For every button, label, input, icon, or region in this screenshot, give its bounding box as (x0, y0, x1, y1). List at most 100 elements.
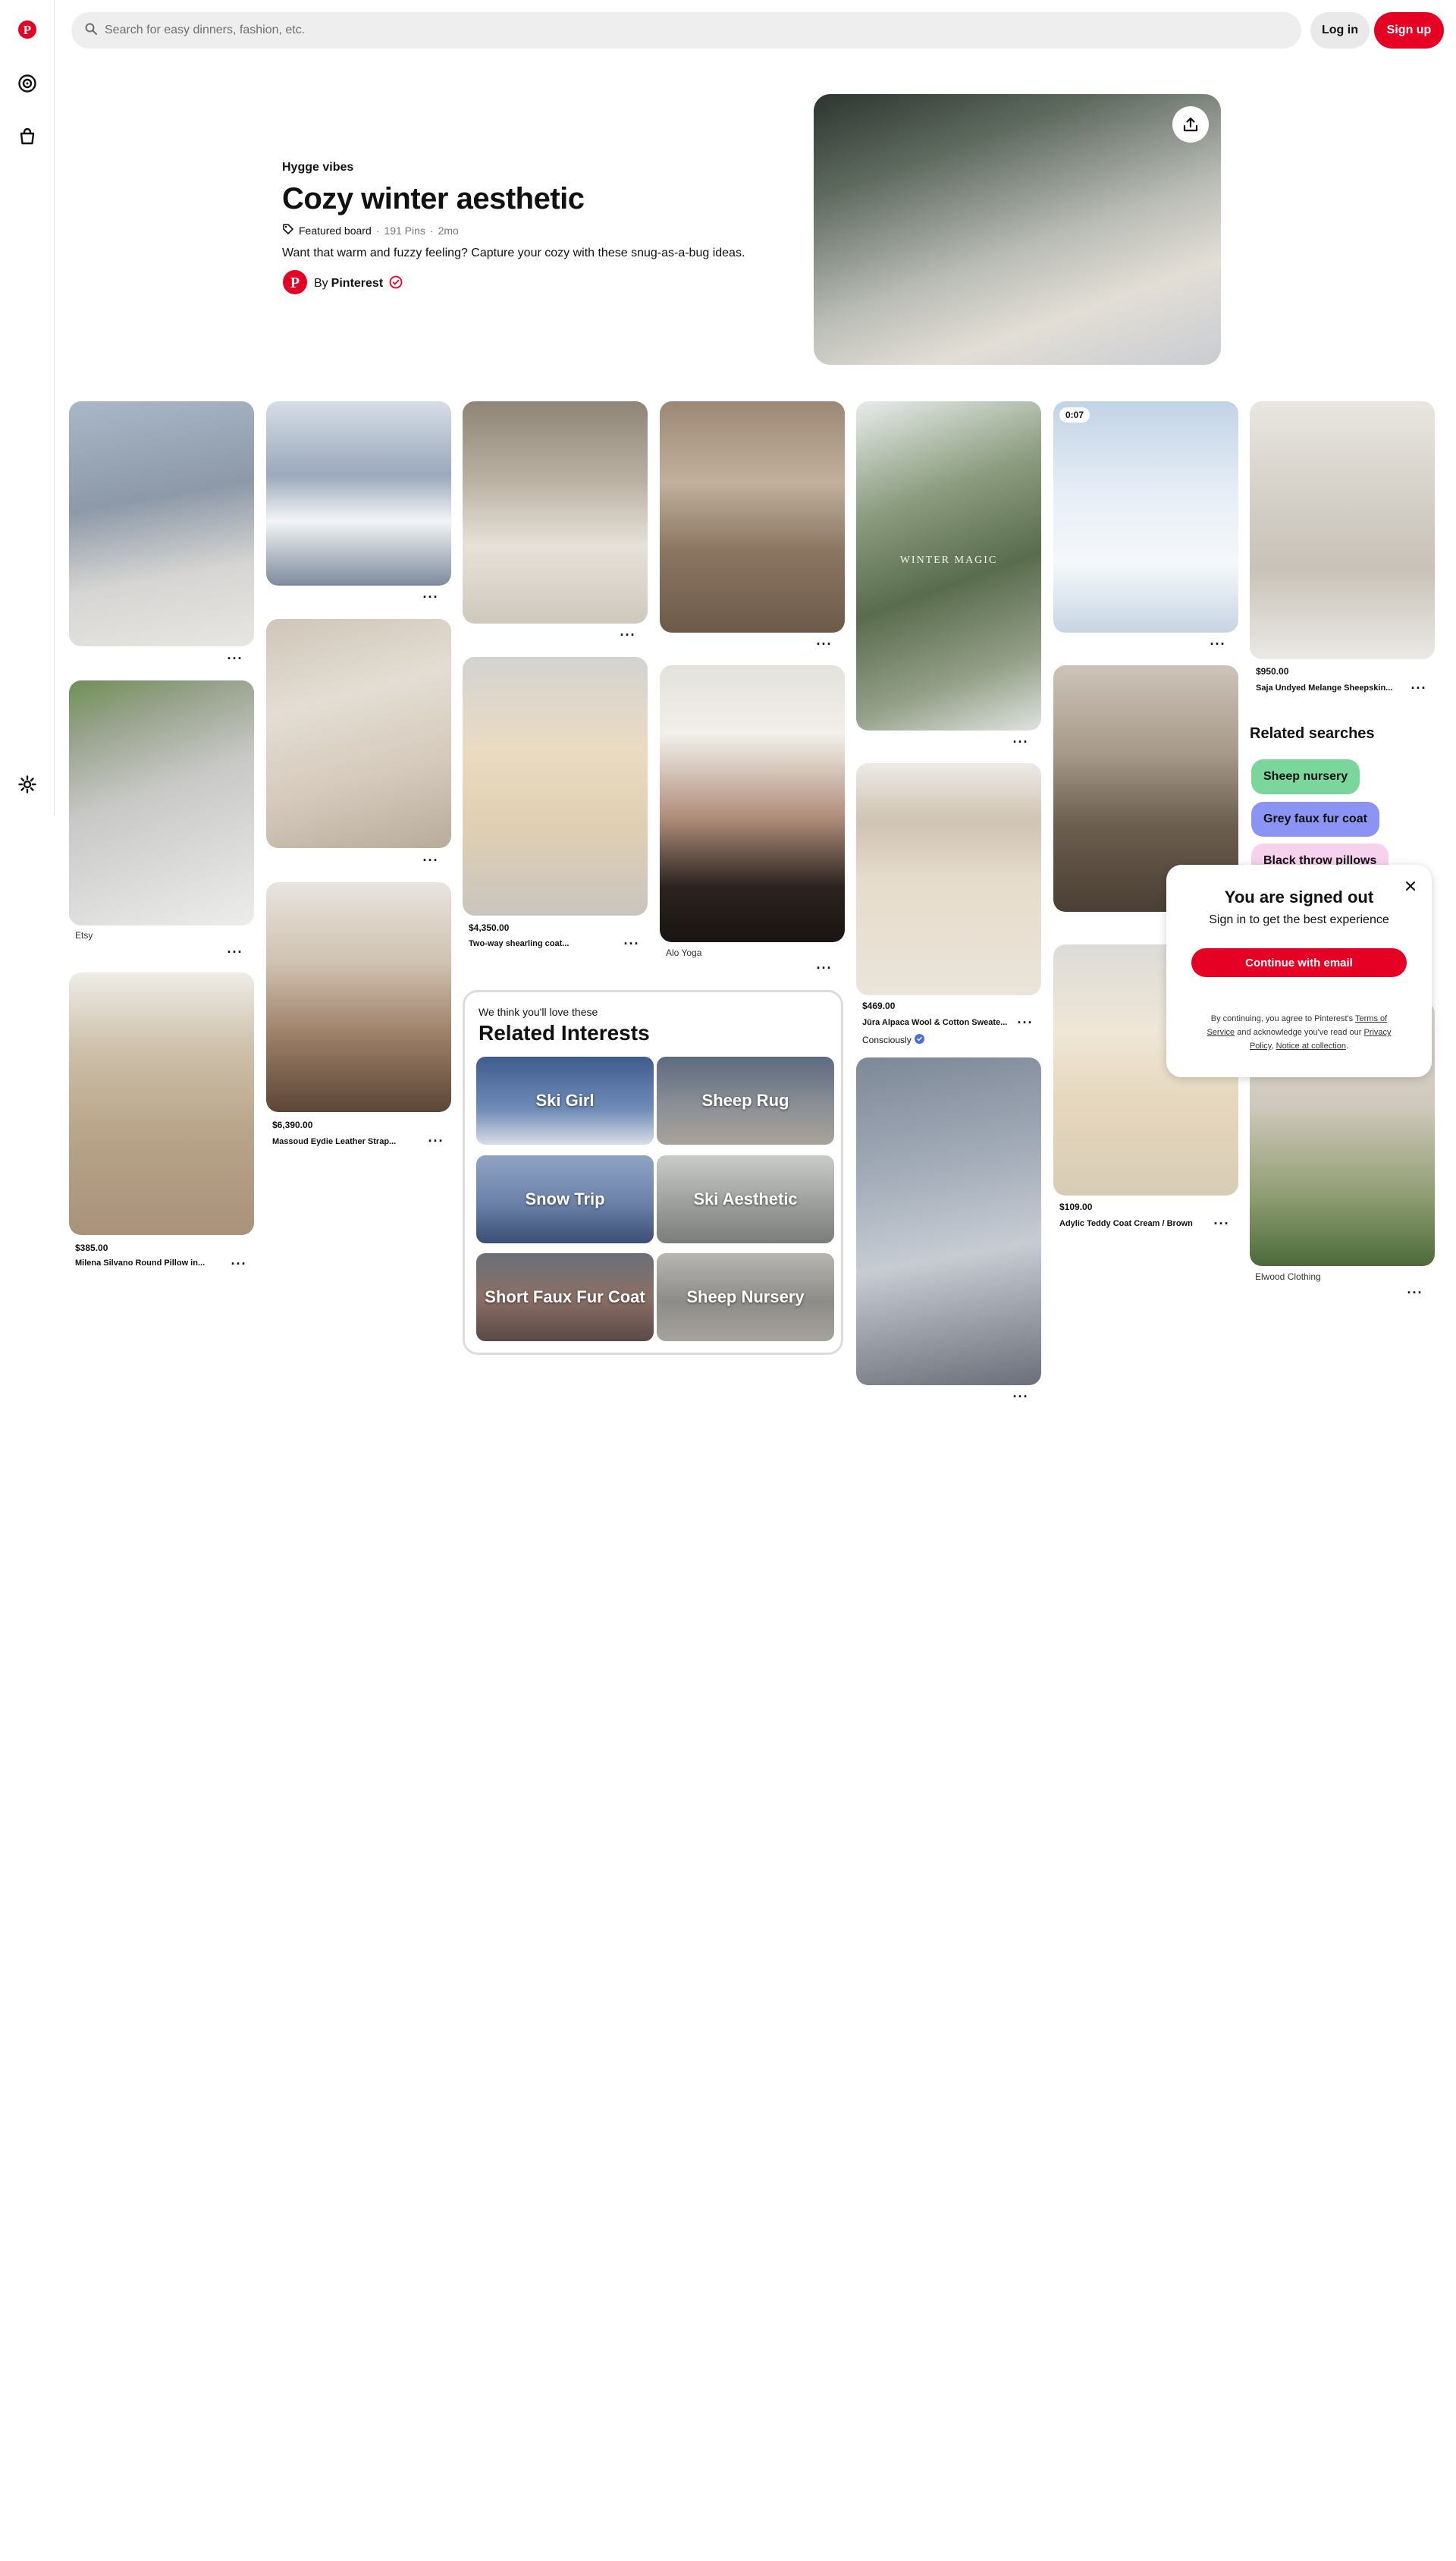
more-options-icon[interactable]: ··· (1406, 1285, 1424, 1300)
pin-source[interactable]: Elwood Clothing (1255, 1271, 1321, 1282)
board-author[interactable]: P By Pinterest (282, 269, 403, 299)
pin-image[interactable] (463, 657, 648, 916)
modal-subtitle: Sign in to get the best experience (1209, 913, 1389, 926)
gear-icon[interactable] (11, 768, 44, 801)
pin-price: $4,350.00 (469, 922, 510, 933)
related-interests-subtitle: We think you'll love these (479, 1006, 598, 1018)
related-interest-label: Sheep Rug (701, 1091, 789, 1110)
pin-source[interactable]: Alo Yoga (666, 947, 701, 958)
video-duration: 0:07 (1059, 407, 1090, 423)
modal-legal-text: By continuing, you agree to Pinterest's … (1203, 1012, 1395, 1053)
more-options-icon[interactable]: ··· (1209, 636, 1227, 652)
pin-image[interactable] (266, 401, 451, 586)
by-label: By (314, 277, 328, 290)
pinterest-logo-icon[interactable]: P (11, 13, 44, 46)
meta-separator: · (375, 224, 380, 237)
author-avatar[interactable]: P (282, 269, 308, 299)
svg-text:P: P (24, 23, 31, 37)
pin-image[interactable] (660, 401, 845, 633)
pin-image[interactable] (463, 401, 648, 624)
compass-icon[interactable] (11, 67, 44, 100)
pin-title[interactable]: Adylic Teddy Coat Cream / Brown (1059, 1219, 1193, 1228)
pin-title[interactable]: Saja Undyed Melange Sheepskin... (1256, 683, 1392, 693)
more-options-icon[interactable]: ··· (815, 960, 833, 976)
pin-title[interactable]: Jūra Alpaca Wool & Cotton Sweate... (862, 1018, 1007, 1027)
more-options-icon[interactable]: ··· (1016, 1015, 1034, 1030)
continue-with-email-button[interactable]: Continue with email (1191, 948, 1407, 977)
more-options-icon[interactable]: ··· (1410, 680, 1428, 696)
more-options-icon[interactable]: ··· (427, 1133, 445, 1149)
more-options-icon[interactable]: ··· (623, 936, 641, 951)
related-interest-label: Short Faux Fur Coat (485, 1287, 645, 1306)
pin-image[interactable] (69, 401, 254, 646)
search-icon (85, 23, 97, 39)
legal-end: . (1345, 1042, 1349, 1051)
pin-overlay-text: WINTER MAGIC (899, 555, 998, 566)
pin-video[interactable]: 0:07 (1053, 401, 1238, 633)
board-title: Cozy winter aesthetic (282, 182, 585, 215)
more-options-icon[interactable]: ··· (422, 853, 440, 868)
pin-image[interactable] (856, 763, 1041, 995)
more-options-icon[interactable]: ··· (226, 944, 244, 960)
pin-price: $6,390.00 (272, 1120, 313, 1130)
pin-image[interactable] (266, 619, 451, 848)
related-search-chip[interactable]: Grey faux fur coat (1251, 802, 1379, 837)
related-interest-tile[interactable]: Ski Aesthetic (657, 1155, 834, 1243)
pin-price: $469.00 (862, 1001, 896, 1011)
author-name[interactable]: Pinterest (331, 277, 383, 291)
signed-out-modal: You are signed out Sign in to get the be… (1166, 865, 1432, 1077)
legal-middle: and acknowledge you've read our (1237, 1028, 1362, 1037)
related-interest-tile[interactable]: Sheep Nursery (657, 1253, 834, 1341)
more-options-icon[interactable]: ··· (815, 636, 833, 652)
more-options-icon[interactable]: ··· (226, 651, 244, 666)
related-search-chip[interactable]: Sheep nursery (1251, 759, 1360, 794)
related-interest-tile[interactable]: Ski Girl (476, 1057, 654, 1145)
related-interest-tile[interactable]: Snow Trip (476, 1155, 654, 1243)
related-interest-tile[interactable]: Sheep Rug (657, 1057, 834, 1145)
search-input[interactable]: Search for easy dinners, fashion, etc. (71, 12, 1301, 49)
meta-separator: · (429, 224, 434, 237)
board-cover-image[interactable] (814, 94, 1221, 365)
share-icon[interactable] (1172, 106, 1209, 143)
legal-prefix: By continuing, you agree to Pinterest's (1210, 1014, 1354, 1023)
pin-title[interactable]: Two-way shearling coat... (469, 939, 569, 948)
shopping-bag-icon[interactable] (11, 120, 44, 153)
more-options-icon[interactable]: ··· (1213, 1216, 1231, 1231)
pin-title[interactable]: Massoud Eydie Leather Strap... (272, 1137, 396, 1146)
pin-source-row[interactable]: Consciously (862, 1034, 924, 1046)
pin-image[interactable]: WINTER MAGIC (856, 401, 1041, 731)
more-options-icon[interactable]: ··· (1012, 734, 1030, 749)
verified-badge-icon (389, 275, 403, 293)
more-options-icon[interactable]: ··· (422, 589, 440, 605)
signup-button[interactable]: Sign up (1374, 12, 1444, 49)
pin-image[interactable] (1250, 401, 1435, 659)
pin-price: $109.00 (1059, 1202, 1093, 1212)
pin-image[interactable] (69, 973, 254, 1235)
pin-price: $950.00 (1256, 666, 1289, 677)
more-options-icon[interactable]: ··· (619, 627, 637, 643)
related-interest-tile[interactable]: Short Faux Fur Coat (476, 1253, 654, 1341)
pin-source[interactable]: Etsy (75, 930, 93, 941)
pins-count: 191 Pins (384, 224, 425, 237)
board-meta: Featured board · 191 Pins · 2mo (282, 223, 459, 237)
more-options-icon[interactable]: ··· (1012, 1389, 1030, 1404)
top-bar: Search for easy dinners, fashion, etc. L… (55, 0, 1456, 61)
svg-text:P: P (290, 275, 300, 291)
related-interest-label: Ski Aesthetic (693, 1189, 798, 1208)
featured-board-label: Featured board (299, 224, 372, 237)
pin-price: $385.00 (75, 1243, 108, 1253)
board-kicker: Hygge vibes (282, 161, 354, 174)
related-interest-label: Ski Girl (535, 1091, 595, 1110)
related-interest-label: Sheep Nursery (686, 1287, 805, 1306)
board-description: Want that warm and fuzzy feeling? Captur… (282, 247, 745, 259)
more-options-icon[interactable]: ··· (230, 1256, 248, 1271)
pin-title[interactable]: Milena Silvano Round Pillow in... (75, 1259, 205, 1268)
pin-image[interactable] (856, 1057, 1041, 1385)
pin-image[interactable] (660, 665, 845, 942)
modal-title: You are signed out (1224, 888, 1374, 907)
pin-image[interactable] (69, 680, 254, 925)
pin-image[interactable] (266, 882, 451, 1112)
related-searches-title: Related searches (1250, 725, 1375, 742)
notice-link[interactable]: Notice at collection (1276, 1042, 1346, 1051)
login-button[interactable]: Log in (1310, 12, 1370, 49)
